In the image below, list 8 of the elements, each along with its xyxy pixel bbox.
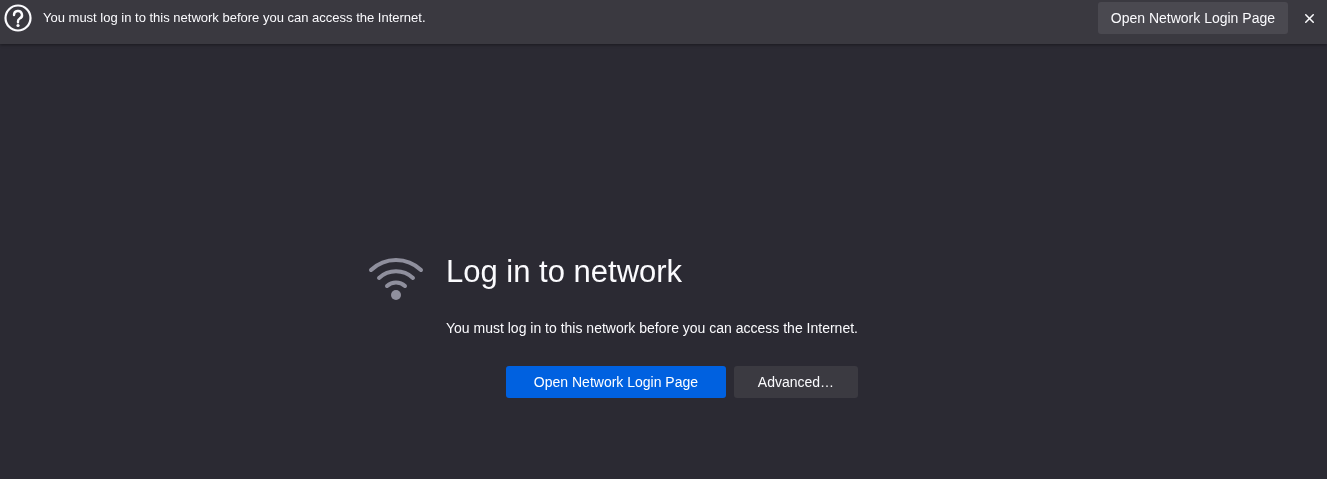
help-icon	[4, 4, 32, 32]
open-login-page-button[interactable]: Open Network Login Page	[505, 366, 726, 398]
open-login-page-button[interactable]: Open Network Login Page	[1097, 2, 1288, 34]
advanced-button[interactable]: Advanced…	[733, 366, 858, 398]
page-description: You must log in to this network before you can access the Internet.	[446, 319, 858, 338]
notification-message: You must log in to this network before you can access the Internet.	[43, 9, 426, 28]
page-title: Log in to network	[446, 253, 683, 291]
wifi-icon	[368, 256, 424, 300]
